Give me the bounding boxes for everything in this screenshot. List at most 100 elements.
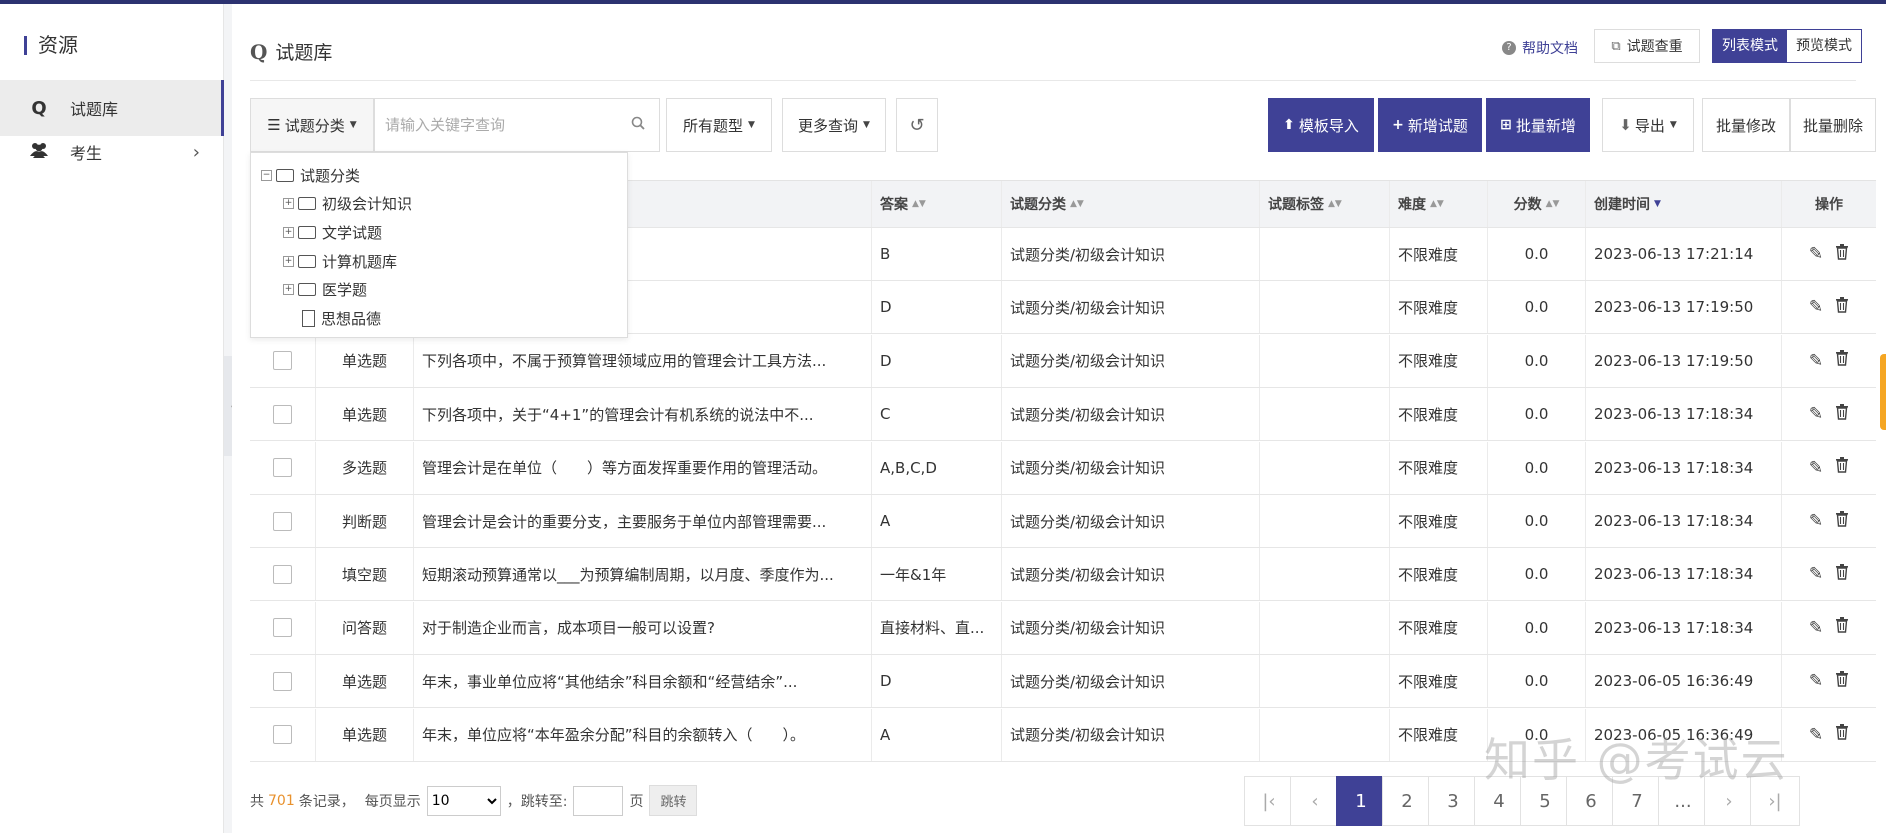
trash-icon[interactable] xyxy=(1835,670,1849,692)
cell-created: 2023-06-13 17:18:34 xyxy=(1586,388,1782,441)
batch-delete-button[interactable]: 批量删除 xyxy=(1790,98,1876,152)
help-link[interactable]: ? 帮助文档 xyxy=(1502,38,1578,58)
expand-icon[interactable]: + xyxy=(283,284,294,296)
edit-icon[interactable]: ✎ xyxy=(1809,725,1823,745)
edit-icon[interactable]: ✎ xyxy=(1809,351,1823,371)
trash-icon[interactable] xyxy=(1835,350,1849,371)
cell-stem[interactable]: 下列各项中，不属于预算管理领域应用的管理会计工具方法... xyxy=(414,334,872,387)
add-question-button[interactable]: + 新增试题 xyxy=(1378,98,1482,152)
search-input[interactable] xyxy=(385,116,615,134)
header-created[interactable]: 创建时间 ▼ xyxy=(1586,181,1782,227)
cell-difficulty: 不限难度 xyxy=(1390,601,1488,654)
help-label: 帮助文档 xyxy=(1522,41,1578,57)
template-import-button[interactable]: ⬆ 模板导入 xyxy=(1268,98,1374,152)
row-checkbox[interactable] xyxy=(273,725,292,745)
expand-icon[interactable]: + xyxy=(283,255,294,267)
file-icon xyxy=(302,309,315,327)
cell-stem[interactable]: 下列各项中，关于“4+1”的管理会计有机系统的说法中不... xyxy=(414,388,872,441)
category-dropdown-button[interactable]: ☰ 试题分类 ▼ xyxy=(250,98,374,152)
header-tag[interactable]: 试题标签 ▲▼ xyxy=(1260,181,1390,227)
folder-icon xyxy=(298,283,316,297)
page-button[interactable]: 3 xyxy=(1428,776,1478,826)
expand-icon[interactable]: + xyxy=(283,198,294,210)
cell-stem[interactable]: 管理会计是在单位（ ）等方面发挥重要作用的管理活动。 xyxy=(414,441,872,494)
search-icon[interactable] xyxy=(631,116,645,134)
header-answer[interactable]: 答案 ▲▼ xyxy=(872,181,1002,227)
list-mode-button[interactable]: 列表模式 xyxy=(1713,30,1787,62)
trash-icon[interactable] xyxy=(1835,403,1849,425)
edit-icon[interactable]: ✎ xyxy=(1809,671,1823,691)
header-score[interactable]: 分数 ▲▼ xyxy=(1488,181,1586,227)
tree-node[interactable]: + 计算机题库 xyxy=(251,247,627,276)
chevron-right-icon: › xyxy=(192,141,200,163)
edit-icon[interactable]: ✎ xyxy=(1809,618,1823,638)
tree-node[interactable]: + 文学试题 xyxy=(251,218,627,247)
cell-stem[interactable]: 短期滚动预算通常以___为预算编制周期，以月度、季度作为... xyxy=(414,548,872,601)
jump-page-input[interactable] xyxy=(573,785,624,816)
tree-node-leaf[interactable]: 思想品德 xyxy=(251,304,627,333)
tree-node[interactable]: + 医学题 xyxy=(251,275,627,304)
edit-icon[interactable]: ✎ xyxy=(1809,458,1823,478)
duplicate-check-button[interactable]: ⧉ 试题查重 xyxy=(1594,29,1700,63)
page-button[interactable]: 1 xyxy=(1336,776,1386,826)
trash-icon[interactable] xyxy=(1835,510,1849,532)
edit-icon[interactable]: ✎ xyxy=(1809,404,1823,424)
cell-category: 试题分类/初级会计知识 xyxy=(1002,388,1260,441)
side-feedback-handle[interactable] xyxy=(1880,354,1886,430)
total-suffix: 条记录， xyxy=(298,793,355,810)
cell-stem[interactable]: 年末，事业单位应将“其他结余”科目余额和“经营结余”... xyxy=(414,655,872,708)
edit-icon[interactable]: ✎ xyxy=(1809,244,1823,264)
batch-add-button[interactable]: ⊞ 批量新增 xyxy=(1486,98,1590,152)
sidebar-item-examinees[interactable]: 考生 › xyxy=(0,124,224,180)
edit-icon[interactable]: ✎ xyxy=(1809,564,1823,584)
trash-icon[interactable] xyxy=(1835,457,1849,478)
cell-category: 试题分类/初级会计知识 xyxy=(1002,548,1260,601)
more-query-label: 更多查询 xyxy=(798,116,859,135)
tree-node-root[interactable]: − 试题分类 xyxy=(251,161,627,190)
batch-edit-button[interactable]: 批量修改 xyxy=(1702,98,1790,152)
expand-icon[interactable]: + xyxy=(283,226,294,238)
per-page-select[interactable]: 10 xyxy=(426,785,501,816)
header-category[interactable]: 试题分类 ▲▼ xyxy=(1002,181,1260,227)
cell-score: 0.0 xyxy=(1488,495,1586,547)
divider xyxy=(250,80,1856,81)
tree-node-label: 试题分类 xyxy=(300,166,361,185)
cell-category: 试题分类/初级会计知识 xyxy=(1002,281,1260,334)
row-checkbox[interactable] xyxy=(273,458,292,478)
row-checkbox[interactable] xyxy=(273,618,292,638)
edit-icon[interactable]: ✎ xyxy=(1809,297,1823,317)
row-checkbox[interactable] xyxy=(273,404,292,424)
cell-stem[interactable]: 年末，单位应将“本年盈余分配”科目的余额转入（ ）。 xyxy=(414,708,872,761)
cell-stem[interactable]: 对于制造企业而言，成本项目一般可以设置? xyxy=(414,601,872,654)
row-checkbox[interactable] xyxy=(273,671,292,691)
edit-icon[interactable]: ✎ xyxy=(1809,511,1823,531)
row-checkbox[interactable] xyxy=(273,511,292,531)
plus-icon: + xyxy=(1392,117,1404,133)
export-dropdown-button[interactable]: ⬇ 导出 ▼ xyxy=(1602,98,1694,152)
header-difficulty[interactable]: 难度 ▲▼ xyxy=(1390,181,1488,227)
trash-icon[interactable] xyxy=(1835,243,1849,265)
question-type-select[interactable]: 所有题型 ▼ xyxy=(666,98,772,152)
trash-icon[interactable] xyxy=(1835,617,1849,638)
reset-button[interactable]: ↺ xyxy=(896,98,938,152)
cell-tag xyxy=(1260,708,1390,761)
tree-node[interactable]: + 初级会计知识 xyxy=(251,190,627,219)
preview-mode-button[interactable]: 预览模式 xyxy=(1787,30,1861,62)
trash-icon[interactable] xyxy=(1835,724,1849,745)
trash-icon[interactable] xyxy=(1835,563,1849,585)
prev-page-button[interactable]: ‹ xyxy=(1290,776,1340,826)
main-panel: Q 试题库 ? 帮助文档 ⧉ 试题查重 列表模式 预览模式 ☰ 试题分类 ▼ 所… xyxy=(232,4,1886,833)
cell-score: 0.0 xyxy=(1488,334,1586,387)
table-row: 填空题 短期滚动预算通常以___为预算编制周期，以月度、季度作为... 一年&1年试… xyxy=(250,548,1876,602)
page-button[interactable]: 2 xyxy=(1382,776,1432,826)
row-checkbox[interactable] xyxy=(273,351,292,371)
collapse-icon[interactable]: − xyxy=(261,169,272,181)
cell-stem[interactable]: 管理会计是会计的重要分支，主要服务于单位内部管理需要... xyxy=(414,495,872,547)
row-checkbox[interactable] xyxy=(273,564,292,584)
first-page-button[interactable]: |‹ xyxy=(1244,776,1294,826)
trash-icon[interactable] xyxy=(1835,296,1849,318)
cell-ops: ✎ xyxy=(1782,709,1876,761)
more-query-button[interactable]: 更多查询 ▼ xyxy=(782,98,886,152)
tree-node-label: 思想品德 xyxy=(321,309,382,328)
jump-button[interactable]: 跳转 xyxy=(649,785,698,816)
